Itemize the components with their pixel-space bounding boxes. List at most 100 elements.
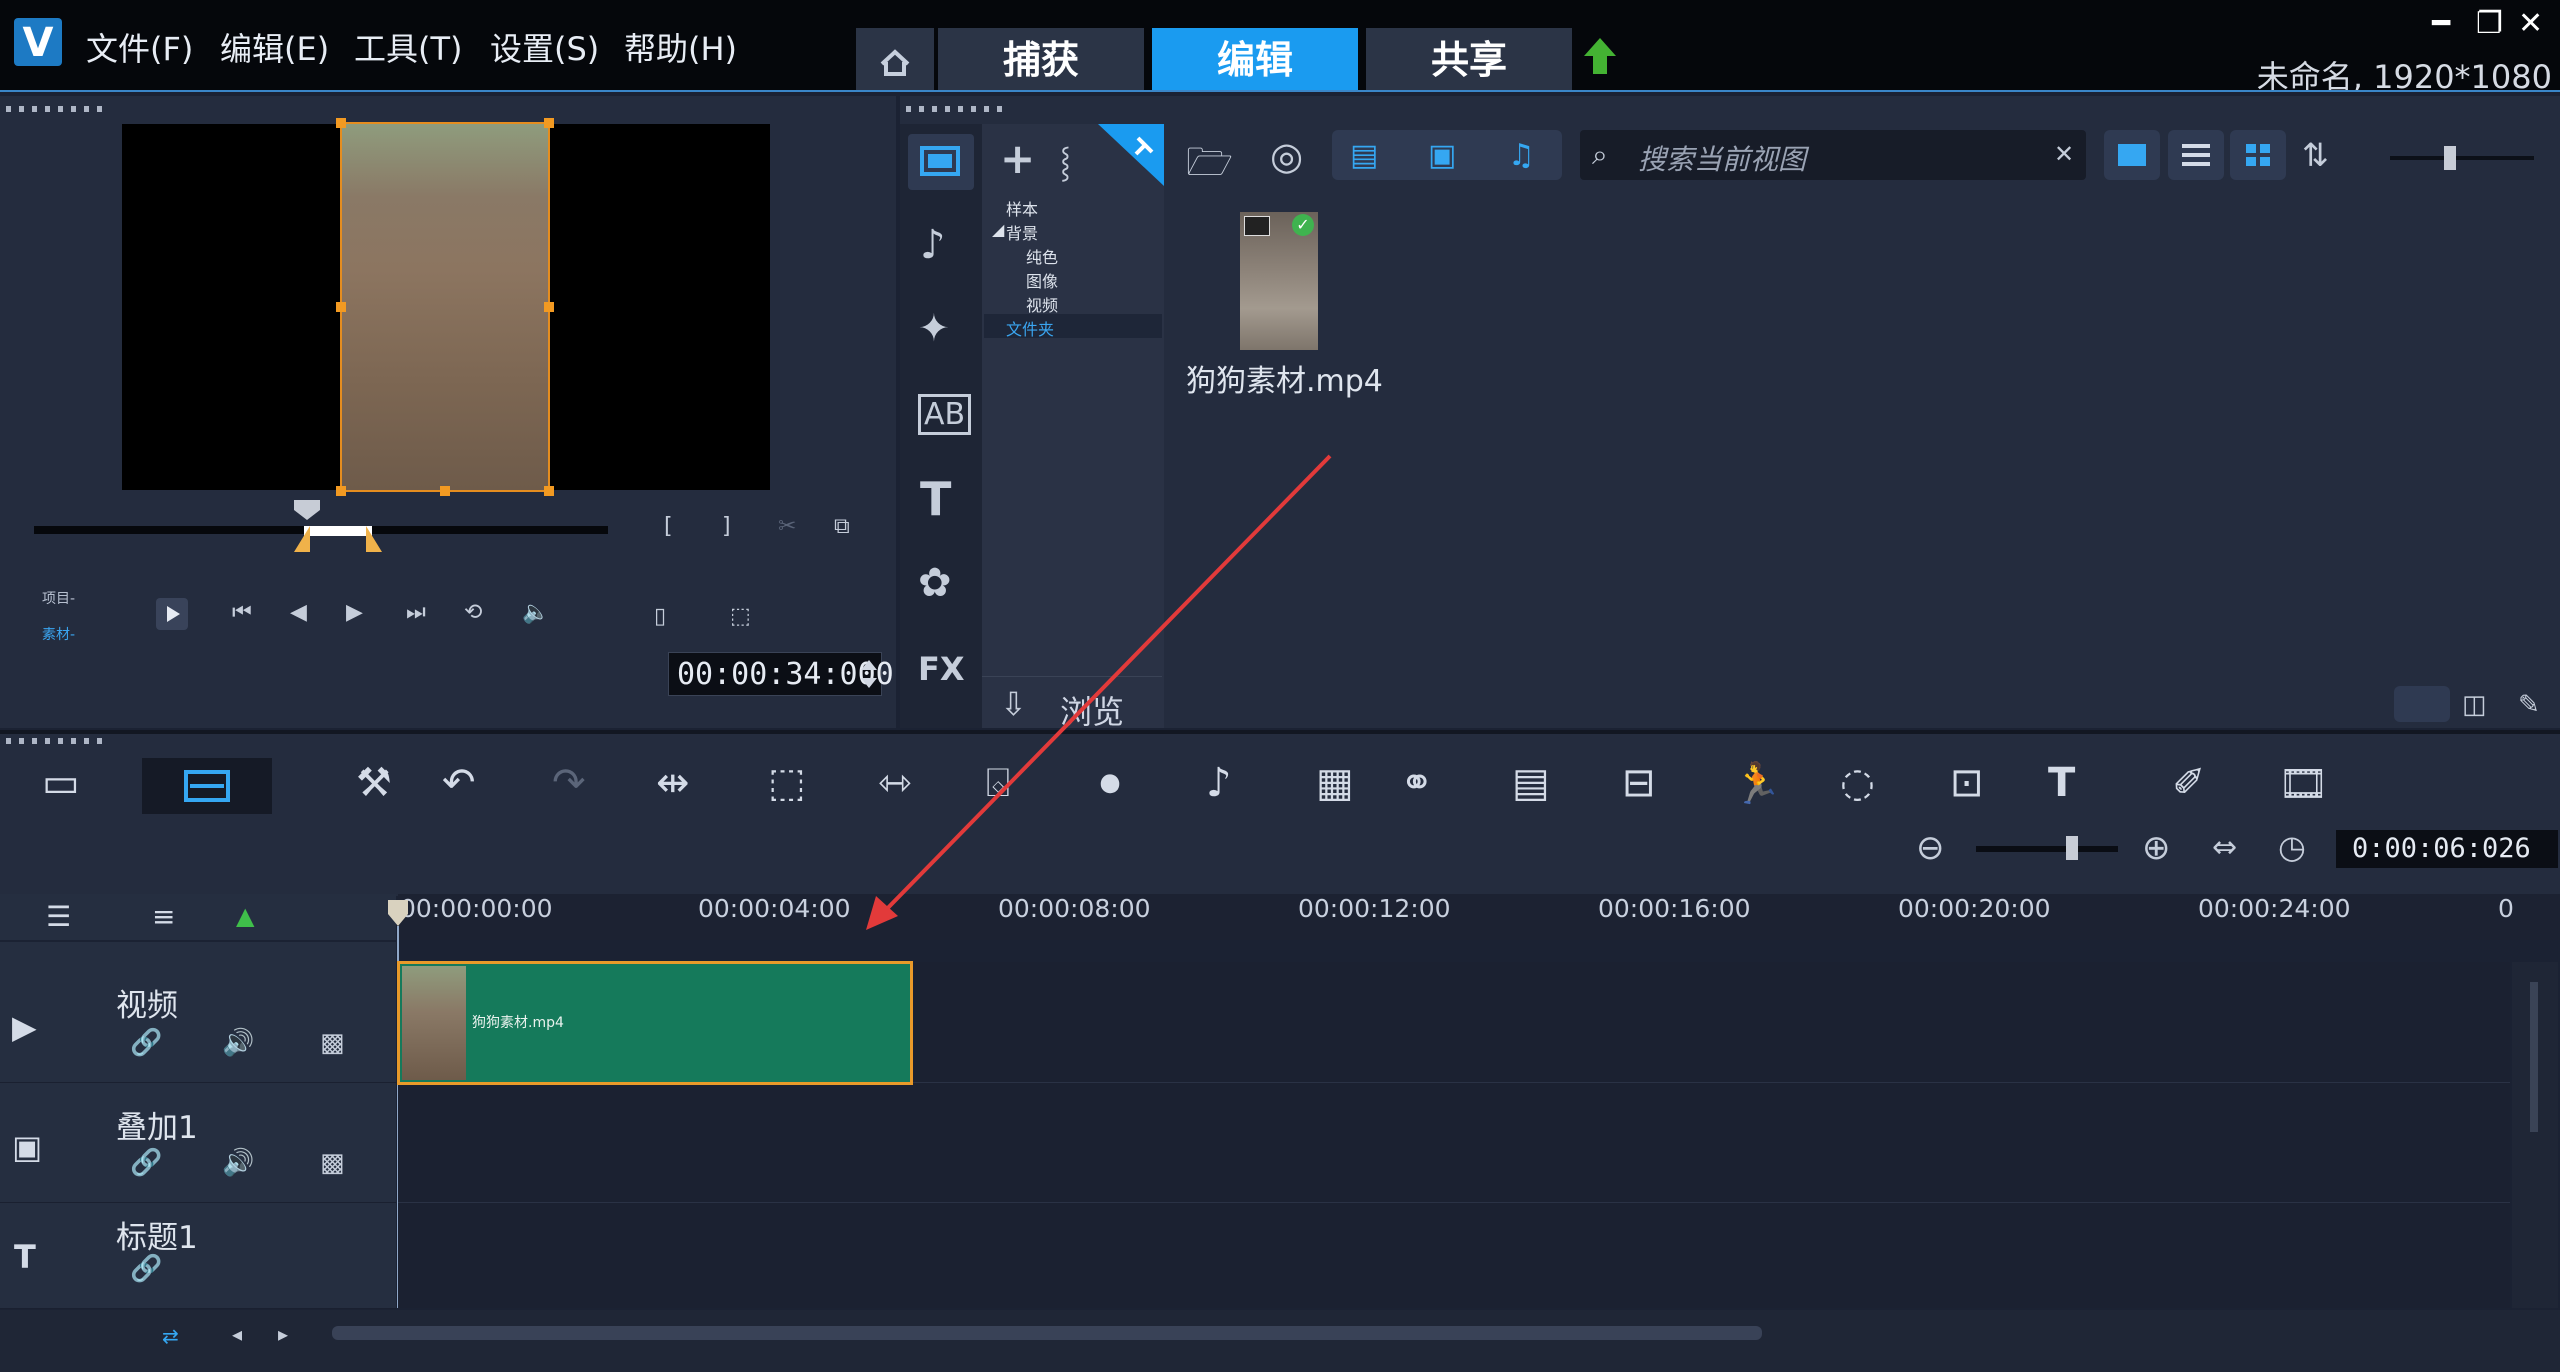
tree-item-image[interactable]: 图像 — [1026, 268, 1058, 292]
play-button[interactable] — [156, 598, 188, 630]
tools-icon[interactable]: ⚒ — [356, 760, 392, 806]
media-thumbnail[interactable]: ✓ — [1240, 212, 1318, 350]
track-header-overlay[interactable]: ▣ 叠加1 🔗 🔊 ▩ — [0, 1082, 396, 1203]
subtitle-icon[interactable]: ▤ — [1512, 760, 1550, 806]
edit-icon[interactable]: ✎ — [2518, 690, 2540, 720]
crop-icon[interactable]: ⬚ — [768, 760, 806, 806]
split-icon[interactable]: ✂ — [778, 514, 796, 539]
enlarge-icon[interactable]: ⧉ — [834, 514, 850, 539]
tree-expand-icon[interactable]: ◢ — [992, 220, 1004, 239]
thumbnail-size-handle[interactable] — [2444, 146, 2456, 170]
add-track-icon[interactable]: ≡ — [152, 900, 175, 933]
title-ab-category-icon[interactable]: AB — [918, 394, 972, 435]
link-icon[interactable]: 🔗 — [130, 1254, 162, 1284]
preview-video-frame[interactable] — [336, 118, 554, 496]
timeline-ruler[interactable]: 00:00:00:00 00:00:04:00 00:00:08:00 00:0… — [398, 894, 2560, 940]
minimize-button[interactable]: ━ — [2432, 6, 2450, 41]
panel-grip[interactable] — [6, 106, 102, 112]
filter-photo-icon[interactable]: ▣ — [1428, 138, 1456, 173]
link-icon[interactable]: 🔗 — [130, 1028, 162, 1058]
project-mode-label[interactable]: 项目- — [42, 588, 75, 608]
tree-item-background[interactable]: 背景 — [1006, 220, 1038, 244]
volume-icon[interactable]: 🔊 — [222, 1148, 254, 1178]
tree-item-video[interactable]: 视频 — [1026, 292, 1058, 316]
panel-grip[interactable] — [906, 106, 1002, 112]
playhead-icon[interactable] — [386, 898, 410, 928]
tree-item-folder[interactable]: 文件夹 — [1006, 316, 1054, 340]
panel-grip[interactable] — [6, 738, 102, 744]
transition-category-icon[interactable]: ✦ — [918, 306, 950, 350]
filter-audio-icon[interactable]: ♫ — [1508, 138, 1535, 173]
zoom-in-icon[interactable]: ⊕ — [2142, 828, 2171, 868]
scroll-sync-icon[interactable]: ⇄ — [162, 1324, 179, 1348]
scroll-right-icon[interactable]: ▸ — [278, 1322, 288, 1346]
clock-icon[interactable]: ◷ — [2278, 828, 2306, 866]
tree-item-solid-color[interactable]: 纯色 — [1026, 244, 1058, 268]
aspect-icon[interactable]: ⬚ — [730, 604, 751, 629]
storyboard-view-button[interactable]: ▭ — [42, 760, 80, 806]
mark-out-icon[interactable]: ] — [722, 514, 731, 539]
split-screen-icon[interactable]: ⊟ — [1622, 760, 1656, 806]
view-thumbnail-button[interactable] — [2230, 130, 2286, 180]
tree-item-samples[interactable]: 样本 — [1006, 196, 1038, 220]
split-view-icon[interactable]: ◫ — [2462, 690, 2487, 720]
repeat-icon[interactable]: ⟲ — [464, 600, 482, 625]
music-category-icon[interactable]: ♪ — [920, 222, 946, 268]
tab-edit[interactable]: 编辑 — [1152, 28, 1358, 92]
scroll-left-icon[interactable]: ◂ — [232, 1322, 242, 1346]
undo-icon[interactable]: ↶ — [442, 760, 476, 806]
volume-icon[interactable]: 🔊 — [222, 1028, 254, 1058]
menu-help[interactable]: 帮助(H) — [624, 24, 737, 70]
folder-add-icon[interactable]: 🗁 — [1186, 134, 1233, 199]
fit-project-icon[interactable]: ⇔ — [2212, 830, 2237, 865]
filter-video-icon[interactable]: ▤ — [1350, 138, 1378, 173]
aperture-icon[interactable]: ◎ — [1270, 134, 1303, 178]
view-storyboard-button[interactable] — [2104, 130, 2160, 180]
mark-in-icon[interactable]: [ — [664, 514, 673, 539]
checker-icon[interactable]: ▩ — [320, 1148, 345, 1178]
menu-edit[interactable]: 编辑(E) — [220, 24, 329, 70]
library-toggle-button[interactable] — [2394, 686, 2450, 722]
next-frame-icon[interactable]: ▶ — [346, 600, 363, 625]
view-list-button[interactable] — [2168, 130, 2224, 180]
add-folder-plus-icon[interactable]: + — [1000, 134, 1035, 183]
pin-icon[interactable] — [1098, 124, 1164, 186]
clip-mode-label[interactable]: 素材- — [42, 624, 75, 644]
title-3d-icon[interactable]: T — [2048, 760, 2075, 806]
zoom-out-icon[interactable]: ⊖ — [1916, 828, 1945, 868]
home-tab[interactable] — [856, 28, 934, 92]
media-category-icon[interactable] — [908, 134, 974, 190]
tree-toggle-icon[interactable]: ⸾ — [1060, 140, 1071, 181]
tab-share[interactable]: 共享 — [1366, 28, 1572, 92]
menu-tools[interactable]: 工具(T) — [354, 24, 463, 70]
timeline-horizontal-scrollbar[interactable] — [332, 1326, 1762, 1340]
search-input[interactable]: ⌕ 搜索当前视图 ✕ — [1580, 130, 2086, 180]
device-icon[interactable]: ▯ — [654, 604, 666, 629]
timeline-zoom-handle[interactable] — [2066, 836, 2078, 860]
link-icon[interactable]: 🔗 — [130, 1148, 162, 1178]
search-clear-icon[interactable]: ✕ — [2054, 140, 2074, 168]
track-header-video[interactable]: ▶ 视频 🔗 🔊 ▩ — [0, 962, 396, 1083]
sort-icon[interactable]: ⇅ — [2302, 136, 2329, 174]
track-manager-icon[interactable]: ☰ — [46, 900, 71, 933]
volume-icon[interactable]: 🔈 — [522, 600, 549, 625]
thumbnail-size-slider[interactable] — [2390, 156, 2534, 160]
motion-icon[interactable]: 🏃 — [1732, 760, 1782, 807]
mask-icon[interactable]: ◌ — [1840, 760, 1875, 806]
menu-settings[interactable]: 设置(S) — [490, 24, 599, 70]
media-item-name[interactable]: 狗狗素材.mp4 — [1186, 356, 1383, 400]
track-header-title[interactable]: T 标题1 🔗 — [0, 1202, 396, 1309]
redo-icon[interactable]: ↷ — [552, 760, 586, 806]
tab-capture[interactable]: 捕获 — [938, 28, 1144, 92]
ripple-edit-icon[interactable]: ▲ — [236, 902, 254, 930]
timeline-vertical-scrollbar[interactable] — [2512, 962, 2558, 1308]
timeline-duration[interactable]: 0:00:06:026 — [2336, 830, 2558, 868]
checker-icon[interactable]: ▩ — [320, 1028, 345, 1058]
restore-button[interactable]: ❐ — [2476, 6, 2503, 41]
timeline-zoom-slider[interactable] — [1976, 846, 2118, 852]
track-motion-icon[interactable]: ⊡ — [1950, 760, 1984, 806]
paint-icon[interactable]: ✐ — [2172, 760, 2206, 806]
end-icon[interactable]: ⏭ — [406, 600, 426, 625]
home-start-icon[interactable]: ⏮ — [232, 600, 252, 625]
upload-icon[interactable] — [1580, 34, 1620, 78]
